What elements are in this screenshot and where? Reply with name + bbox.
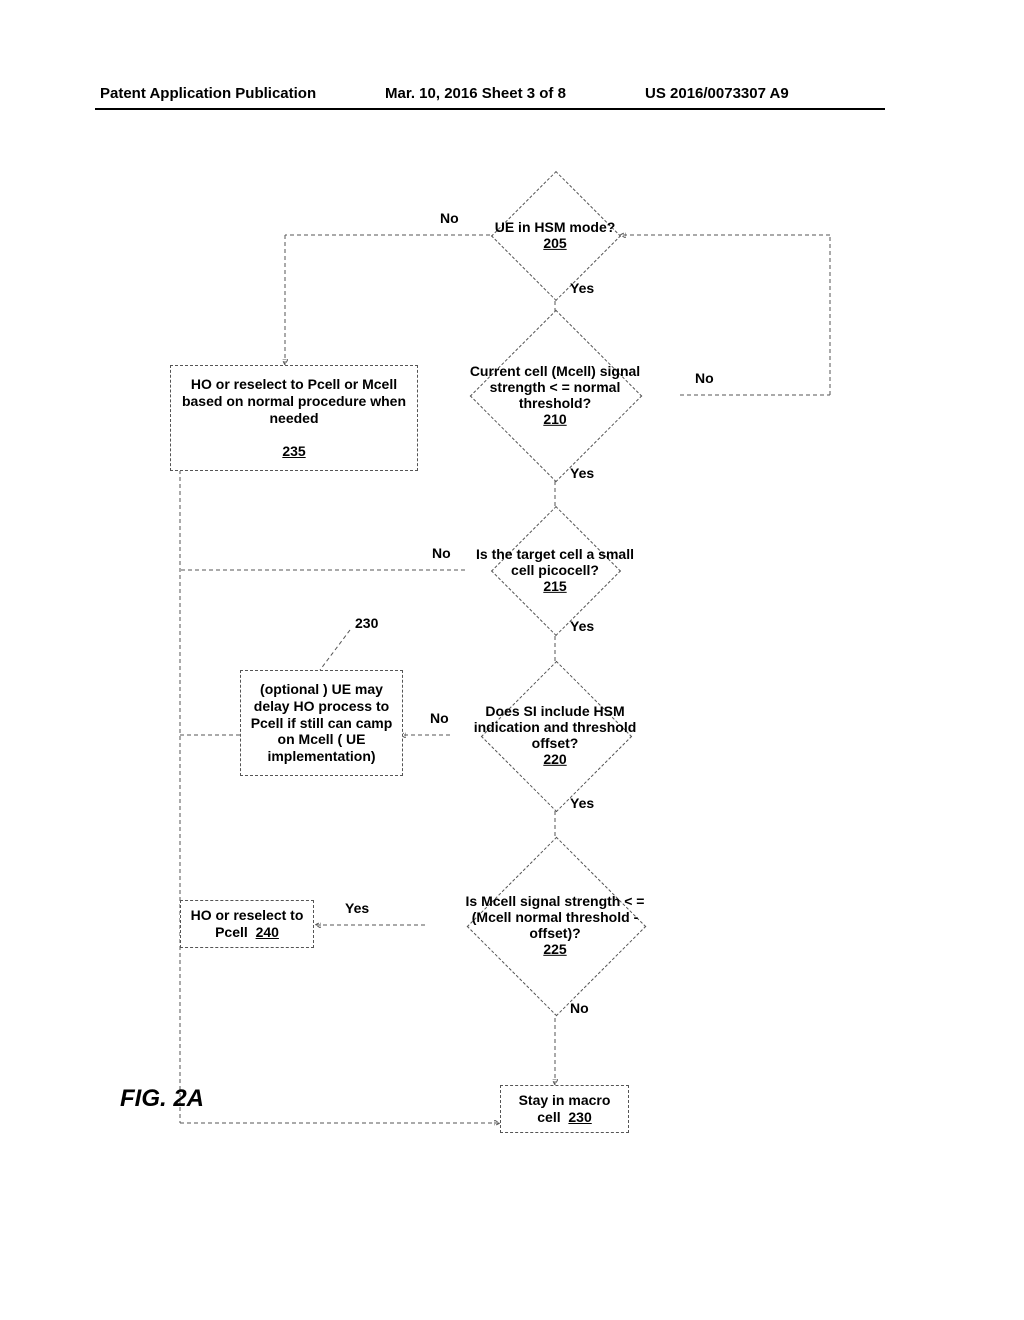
b230-text: Stay in macro cell [519, 1092, 611, 1125]
header-left: Patent Application Publication [100, 85, 316, 102]
header-center: Mar. 10, 2016 Sheet 3 of 8 [385, 85, 566, 102]
d215-ref: 215 [543, 578, 566, 594]
header-rule [95, 108, 885, 110]
label-no-215: No [432, 545, 451, 561]
b230-ref: 230 [568, 1109, 591, 1125]
process-240: HO or reselect to Pcell 240 [180, 900, 314, 948]
d205-ref: 205 [543, 235, 566, 251]
label-yes-205: Yes [570, 280, 594, 296]
d220-ref: 220 [543, 751, 566, 767]
b240-text: HO or reselect to Pcell [191, 907, 304, 940]
flowchart: UE in HSM mode? 205 No Yes HO or reselec… [120, 180, 860, 1180]
label-no-220: No [430, 710, 449, 726]
label-yes-220: Yes [570, 795, 594, 811]
d220-text: Does SI include HSM indication and thres… [474, 703, 637, 751]
label-yes-210: Yes [570, 465, 594, 481]
label-no-205: No [440, 210, 459, 226]
process-235: HO or reselect to Pcell or Mcell based o… [170, 365, 418, 471]
callout-230: 230 [355, 615, 378, 631]
d205-text: UE in HSM mode? [495, 219, 616, 235]
b235-ref: 235 [282, 443, 305, 459]
process-230-optional: (optional ) UE may delay HO process to P… [240, 670, 403, 776]
label-no-225: No [570, 1000, 589, 1016]
d210-ref: 210 [543, 411, 566, 427]
d215-text: Is the target cell a small cell picocell… [476, 546, 634, 578]
b230opt-text: (optional ) UE may delay HO process to P… [251, 681, 393, 764]
d210-text: Current cell (Mcell) signal strength < =… [470, 363, 640, 411]
b240-ref: 240 [256, 924, 279, 940]
connectors [120, 180, 860, 1180]
figure-label: FIG. 2A [120, 1085, 204, 1113]
label-no-210: No [695, 370, 714, 386]
d225-text: Is Mcell signal strength < = (Mcell norm… [466, 893, 645, 941]
label-yes-215: Yes [570, 618, 594, 634]
b235-text: HO or reselect to Pcell or Mcell based o… [182, 376, 406, 426]
process-230: Stay in macro cell 230 [500, 1085, 629, 1133]
d225-ref: 225 [543, 941, 566, 957]
label-yes-225: Yes [345, 900, 369, 916]
header-right: US 2016/0073307 A9 [645, 85, 789, 102]
